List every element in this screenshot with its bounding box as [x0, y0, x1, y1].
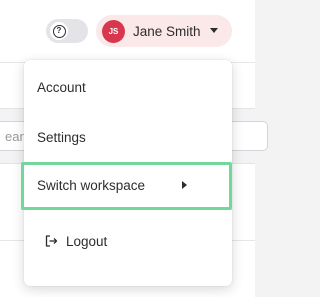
switch-workspace-label: Switch workspace: [37, 178, 146, 193]
user-menu-button[interactable]: JS Jane Smith: [96, 15, 232, 47]
menu-item-settings[interactable]: Settings: [24, 130, 232, 150]
question-circle-icon: ?: [52, 24, 66, 38]
menu-item-account[interactable]: Account: [24, 80, 232, 100]
menu-item-switch-workspace[interactable]: Switch workspace: [21, 162, 232, 210]
help-toggle[interactable]: ?: [46, 19, 88, 43]
filter-input[interactable]: [228, 121, 268, 151]
logout-label: Logout: [66, 233, 108, 249]
user-name: Jane Smith: [133, 23, 201, 39]
chevron-right-icon: [182, 181, 187, 189]
caret-down-icon: [210, 28, 218, 33]
avatar: JS: [102, 19, 125, 43]
toggle-knob: ?: [50, 22, 68, 40]
menu-item-logout[interactable]: Logout: [24, 231, 232, 251]
page: earch ? JS Jane Smith Account Settings S…: [0, 0, 268, 297]
logout-icon: [45, 235, 58, 247]
user-dropdown-menu: Account Settings Switch workspace Logout: [21, 60, 232, 286]
